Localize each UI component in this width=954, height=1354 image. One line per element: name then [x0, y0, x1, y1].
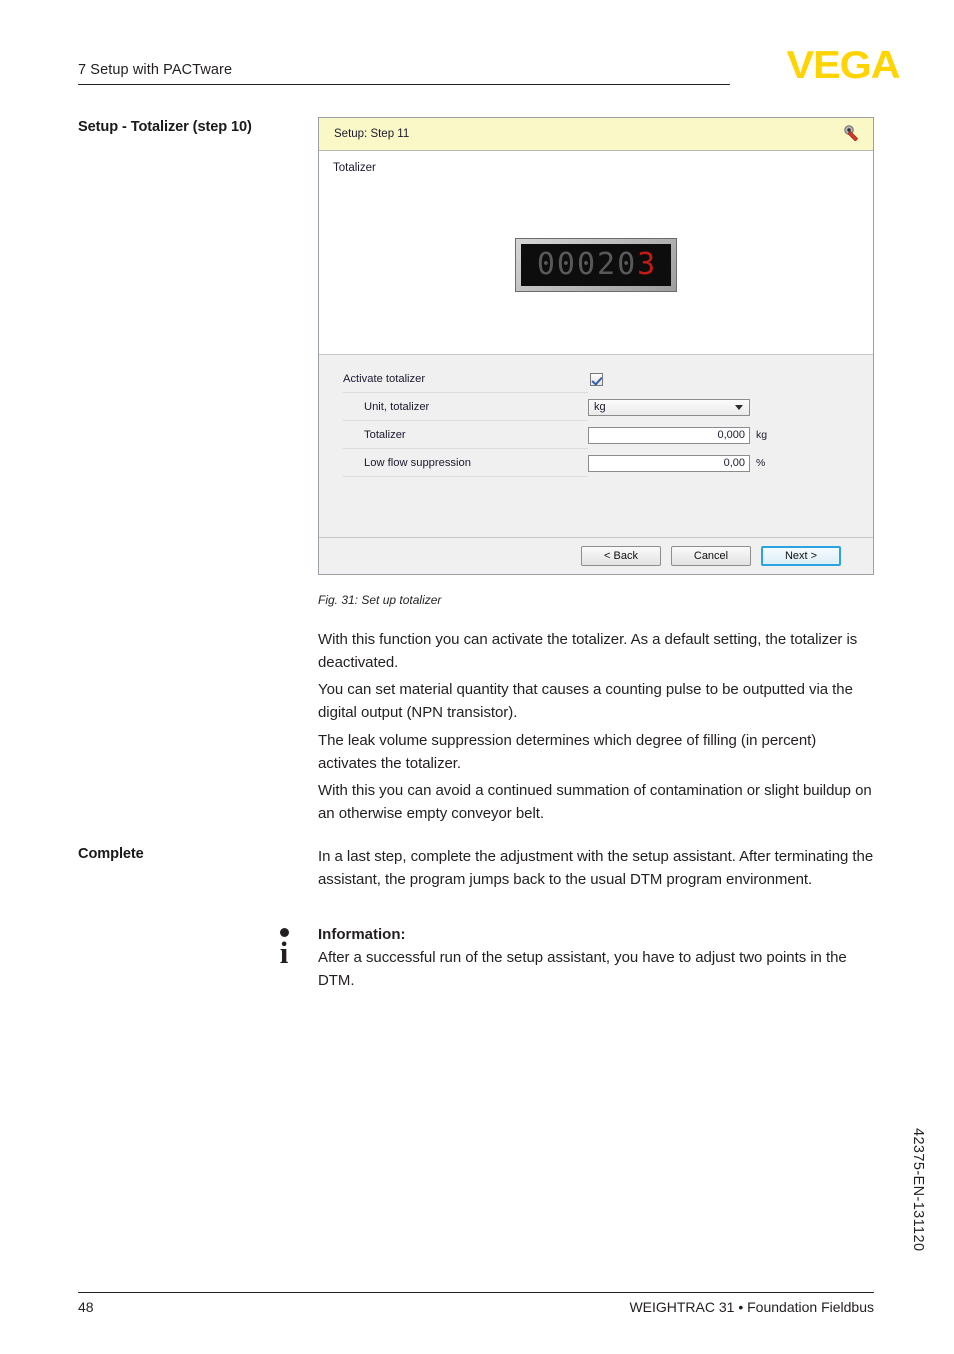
- information-icon: i: [273, 928, 295, 974]
- paragraph-2: You can set material quantity that cause…: [318, 681, 853, 721]
- lcd-digit: 0: [617, 247, 636, 282]
- unit-totalizer-select[interactable]: kg: [588, 398, 750, 416]
- params-spacer: [319, 477, 873, 537]
- low-flow-suppression-unit: %: [756, 457, 766, 469]
- paragraph-4: With this you can avoid a continued summ…: [318, 782, 872, 822]
- paragraph-1: With this function you can activate the …: [318, 631, 858, 671]
- param-row-unit-totalizer: Unit, totalizer kg: [319, 393, 873, 421]
- param-row-activate-totalizer: Activate totalizer: [319, 365, 873, 393]
- lcd-digit: 2: [597, 247, 616, 282]
- margin-label-setup-totalizer: Setup - Totalizer (step 10): [78, 119, 252, 135]
- footer-document-name: WEIGHTRAC 31 • Foundation Fieldbus: [629, 1299, 874, 1315]
- cancel-button[interactable]: Cancel: [671, 546, 751, 566]
- next-button[interactable]: Next >: [761, 546, 841, 566]
- lcd-digit: 0: [536, 247, 555, 282]
- parameter-list: Activate totalizer Unit, totalizer kg To…: [319, 355, 873, 537]
- footer-rule: [78, 1292, 874, 1293]
- param-field: 0,00 %: [588, 449, 859, 477]
- lcd-display: 0 0 0 2 0 3: [515, 238, 677, 292]
- dialog-button-bar: < Back Cancel Next >: [319, 537, 873, 574]
- figure-caption: Fig. 31: Set up totalizer: [318, 593, 442, 607]
- dialog-titlebar: Setup: Step 11: [319, 118, 873, 151]
- setup-dialog-screenshot: Setup: Step 11 Totalizer 0 0 0 2 0 3 Act…: [318, 117, 874, 575]
- low-flow-suppression-input[interactable]: 0,00: [588, 454, 750, 472]
- dialog-title: Setup: Step 11: [334, 128, 410, 140]
- footer-page-number: 48: [78, 1299, 94, 1315]
- param-field: kg: [588, 393, 859, 421]
- information-text: After a successful run of the setup assi…: [318, 949, 847, 989]
- chapter-title: 7 Setup with PACTware: [78, 62, 233, 78]
- lcd-digit: 0: [556, 247, 575, 282]
- param-field: [588, 365, 859, 393]
- param-label: Unit, totalizer: [343, 393, 588, 421]
- lcd-digit: 0: [576, 247, 595, 282]
- totalizer-unit: kg: [756, 429, 768, 441]
- totalizer-input[interactable]: 0,000: [588, 426, 750, 444]
- param-label: Totalizer: [343, 421, 588, 449]
- page-header: 7 Setup with PACTware: [78, 62, 730, 85]
- vega-logo: VEGA: [787, 44, 901, 87]
- information-icon-stem: i: [279, 935, 289, 970]
- paragraph-complete: In a last step, complete the adjustment …: [318, 848, 874, 888]
- lcd-digit-active: 3: [637, 247, 656, 282]
- param-label: Activate totalizer: [343, 365, 588, 393]
- margin-label-complete: Complete: [78, 846, 144, 862]
- information-title: Information:: [318, 926, 406, 943]
- back-button[interactable]: < Back: [581, 546, 661, 566]
- wrench-icon[interactable]: [843, 124, 863, 144]
- param-row-totalizer: Totalizer 0,000 kg: [319, 421, 873, 449]
- section-label-totalizer: Totalizer: [333, 162, 376, 174]
- unit-totalizer-value: kg: [594, 401, 606, 413]
- totalizer-display-area: 0 0 0 2 0 3: [319, 174, 873, 355]
- param-field: 0,000 kg: [588, 421, 859, 449]
- activate-totalizer-checkbox[interactable]: [590, 372, 603, 386]
- paragraph-3: The leak volume suppression determines w…: [318, 732, 817, 772]
- chevron-down-icon[interactable]: [735, 404, 743, 410]
- header-rule: [78, 84, 730, 85]
- document-side-code: 42375-EN-131120: [910, 1128, 926, 1252]
- dialog-body: Totalizer 0 0 0 2 0 3 Activate totalizer: [319, 151, 873, 574]
- param-label: Low flow suppression: [343, 449, 588, 477]
- lcd-digits: 0 0 0 2 0 3: [521, 244, 671, 286]
- param-row-low-flow-suppression: Low flow suppression 0,00 %: [319, 449, 873, 477]
